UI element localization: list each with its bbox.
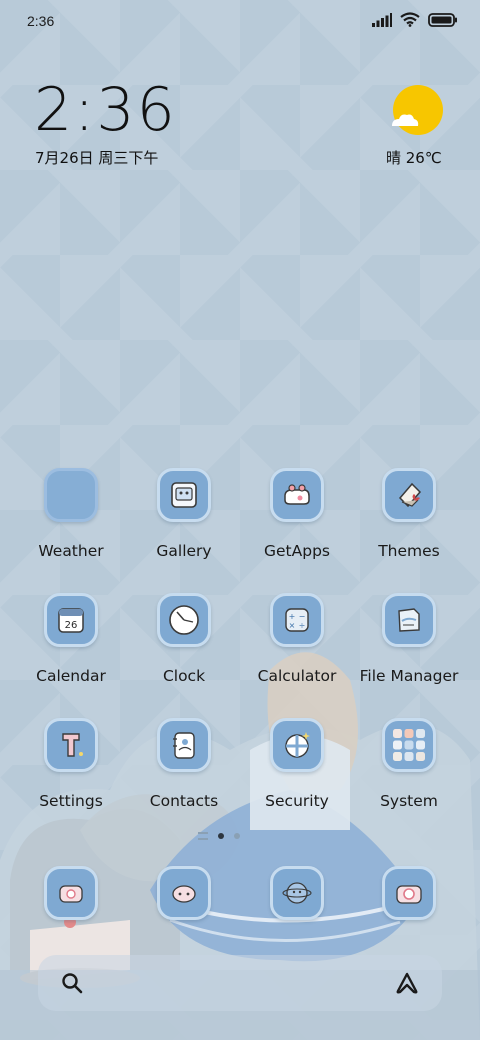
dock-camera[interactable] [349,866,469,926]
app-label: File Manager [359,667,459,685]
dock-browser[interactable] [237,866,357,926]
app-clock[interactable]: Clock [124,593,244,693]
calculator-icon[interactable]: + − × ÷ [270,593,324,647]
app-label: System [380,792,438,810]
app-label: Calculator [257,667,337,685]
system-folder-icon[interactable] [382,718,436,772]
app-contacts[interactable]: Contacts [124,718,244,818]
search-icon[interactable] [60,971,84,999]
camera-icon[interactable] [382,866,436,920]
messages-icon[interactable] [157,866,211,920]
app-label: Contacts [149,792,219,810]
app-label: GetApps [264,542,330,560]
app-label: Calendar [36,667,106,685]
browser-icon[interactable] [270,866,324,920]
contacts-icon[interactable] [157,718,211,772]
status-time: 2:36 [27,13,55,29]
weather-widget-text: 晴 26℃ [386,149,442,167]
svg-text:−: − [299,612,306,621]
svg-text:+: + [289,612,296,621]
security-icon[interactable] [270,718,324,772]
page-dot-active[interactable] [218,833,224,839]
settings-icon[interactable] [44,718,98,772]
app-gallery[interactable]: Gallery [124,468,244,568]
status-bar: 2:36 [0,0,480,44]
app-settings[interactable]: Settings [11,718,131,818]
signal-icon [372,12,392,27]
gallery-icon[interactable] [157,468,211,522]
weather-app-icon[interactable] [44,468,98,522]
app-system-folder[interactable]: System [349,718,469,818]
page-dot[interactable] [234,833,240,839]
app-themes[interactable]: Themes [349,468,469,568]
calendar-icon[interactable]: 26 [44,593,98,647]
calendar-icon-day: 26 [65,620,78,631]
app-file-manager[interactable]: File Manager [349,593,469,693]
app-label: Gallery [156,542,212,560]
app-getapps[interactable]: GetApps [237,468,357,568]
app-weather[interactable]: Weather [11,468,131,568]
battery-icon [428,12,457,27]
dock-messages[interactable] [124,866,244,926]
search-bar[interactable] [38,955,442,1011]
file-manager-icon[interactable] [382,593,436,647]
page-list-icon[interactable] [198,832,208,840]
app-label: Settings [39,792,103,810]
getapps-icon[interactable] [270,468,324,522]
app-label: Themes [378,542,440,560]
dock-phone[interactable] [11,866,131,926]
clock-widget-time[interactable]: 2:36 [34,78,177,142]
clock-icon[interactable] [157,593,211,647]
page-indicator[interactable] [198,829,240,843]
app-security[interactable]: Security [237,718,357,818]
assistant-icon[interactable] [394,971,420,999]
svg-text:×: × [289,621,296,630]
svg-text:÷: ÷ [299,621,306,630]
app-label: Weather [38,542,104,560]
app-calculator[interactable]: + − × ÷ Calculator [237,593,357,693]
phone-icon[interactable] [44,866,98,920]
app-label: Security [265,792,329,810]
wifi-icon [400,12,420,27]
themes-icon[interactable] [382,468,436,522]
app-label: Clock [162,667,206,685]
status-icons [372,12,458,27]
app-calendar[interactable]: 26 Calendar [11,593,131,693]
clock-widget-date: 7月26日 周三下午 [35,149,159,167]
sun-cloud-icon[interactable] [390,84,446,136]
